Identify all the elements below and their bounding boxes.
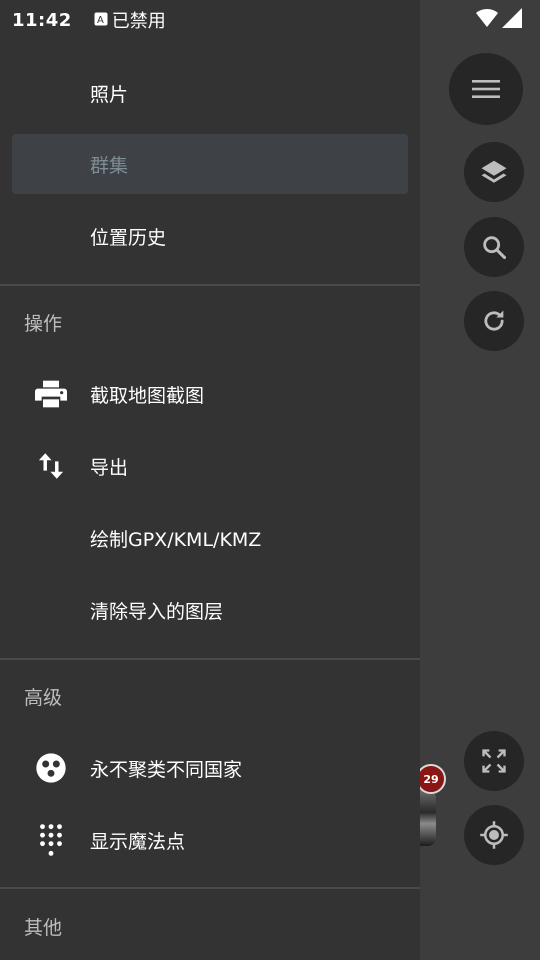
fullscreen-icon	[480, 747, 508, 775]
status-bar: 11:42 A 已禁用	[0, 0, 540, 40]
section-title-actions: 操作	[24, 313, 63, 335]
dot-grid-icon	[34, 823, 68, 857]
printer-icon	[34, 377, 68, 411]
section-title-other: 其他	[24, 917, 63, 939]
search-button[interactable]	[464, 217, 524, 277]
divider	[0, 284, 420, 286]
fullscreen-button[interactable]	[464, 731, 524, 791]
my-location-icon	[479, 820, 509, 850]
layers-icon	[479, 157, 509, 187]
navigation-drawer: 照片 群集 位置历史 操作 截取地图截图 导出 绘制GPX/KML/KMZ 清除…	[0, 0, 420, 960]
menu-item-label: 清除导入的图层	[90, 600, 224, 623]
my-location-button[interactable]	[464, 805, 524, 865]
divider	[0, 887, 420, 889]
menu-icon	[472, 79, 500, 99]
status-indicators	[476, 8, 522, 33]
cluster-count-badge[interactable]: 29	[416, 764, 446, 794]
refresh-icon	[480, 307, 508, 335]
menu-item-location-history[interactable]: 位置历史	[0, 206, 420, 266]
menu-item-draw-gpx[interactable]: 绘制GPX/KML/KMZ	[0, 508, 420, 568]
divider	[0, 658, 420, 660]
status-notification-text: 已禁用	[111, 11, 166, 32]
menu-item-never-cluster-countries[interactable]: 永不聚类不同国家	[0, 738, 420, 798]
menu-item-label: 永不聚类不同国家	[90, 758, 243, 781]
cluster-dots-icon	[34, 751, 68, 785]
menu-item-label: 导出	[90, 456, 129, 479]
menu-item-map-screenshot[interactable]: 截取地图截图	[0, 364, 420, 424]
map-photo-thumbnail[interactable]	[420, 790, 436, 846]
menu-button[interactable]	[449, 53, 523, 125]
menu-item-label: 照片	[90, 83, 129, 106]
menu-item-clusters[interactable]: 群集	[0, 134, 420, 194]
swap-vertical-icon	[34, 449, 68, 483]
status-notification: A 已禁用	[94, 7, 166, 33]
menu-item-label: 截取地图截图	[90, 384, 205, 407]
svg-text:A: A	[97, 15, 104, 26]
translate-icon: A	[94, 10, 108, 31]
menu-item-label: 群集	[90, 154, 129, 177]
selected-highlight	[12, 134, 408, 194]
wifi-icon	[476, 8, 498, 33]
signal-icon	[502, 8, 522, 33]
search-icon	[480, 233, 508, 261]
menu-item-label: 显示魔法点	[90, 830, 186, 853]
menu-item-export[interactable]: 导出	[0, 436, 420, 496]
refresh-button[interactable]	[464, 291, 524, 351]
menu-item-photos[interactable]: 照片	[0, 63, 420, 123]
menu-item-label: 绘制GPX/KML/KMZ	[90, 528, 262, 551]
section-title-advanced: 高级	[24, 687, 63, 709]
status-time: 11:42	[12, 9, 72, 31]
layers-button[interactable]	[464, 142, 524, 202]
menu-item-label: 位置历史	[90, 226, 167, 249]
menu-item-show-magic-points[interactable]: 显示魔法点	[0, 810, 420, 870]
menu-item-clear-imported-layers[interactable]: 清除导入的图层	[0, 580, 420, 640]
